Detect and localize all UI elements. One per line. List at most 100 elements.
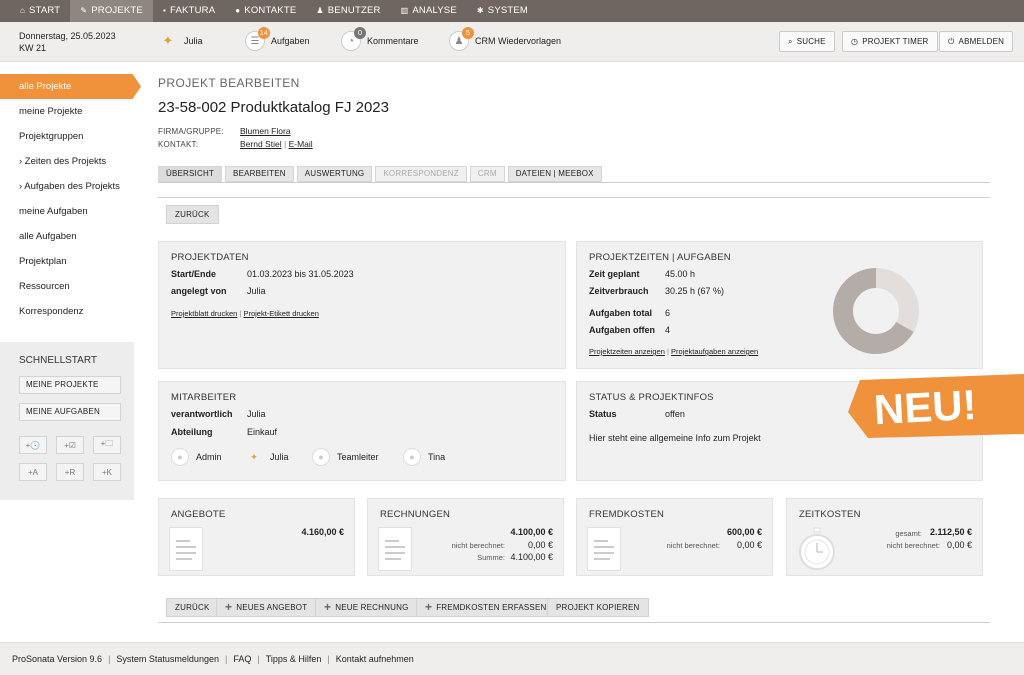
projektzeiten-title: PROJEKTZEITEN | AUFGABEN	[589, 252, 731, 263]
power-icon: ⏻	[948, 36, 955, 46]
date-display: Donnerstag, 25.05.2023 KW 21	[19, 30, 116, 54]
info-bar: Donnerstag, 25.05.2023 KW 21 ✦ Julia ☰ 14…	[0, 22, 1024, 62]
kontakt-link[interactable]: Bernd Stiel	[240, 139, 282, 149]
footer-separator: |	[327, 654, 330, 664]
angebote-amount: 4.160,00 €	[301, 527, 344, 537]
quickstart-my-projects-button[interactable]: MEINE PROJEKTE	[19, 376, 121, 394]
add-folder-icon[interactable]: +🗀	[93, 436, 121, 454]
angebote-panel[interactable]: ANGEBOTE 4.160,00 €	[158, 498, 355, 576]
user-name: Julia	[184, 36, 203, 46]
zeitkosten-total-value: 2.112,50 €	[929, 527, 972, 537]
plan-label: Zeit geplant	[589, 269, 640, 279]
add-time-icon[interactable]: +🕓	[19, 436, 47, 454]
copy-project-button[interactable]: PROJEKT KOPIEREN	[547, 598, 649, 617]
team-member[interactable]: ● Tina	[403, 448, 445, 466]
firma-link[interactable]: Blumen Flora	[240, 126, 291, 136]
team-member[interactable]: ● Admin	[171, 448, 222, 466]
new-offer-button[interactable]: + NEUES ANGEBOT	[216, 598, 317, 617]
nav-start[interactable]: ⌂ START	[10, 0, 70, 22]
sidebar-item-alle-projekte[interactable]: alle Projekte	[0, 74, 141, 99]
tips-link[interactable]: Tipps & Hilfen	[266, 654, 322, 664]
nav-analyse[interactable]: ▥ ANALYSE	[391, 0, 467, 22]
rechnungen-title: RECHNUNGEN	[380, 509, 451, 520]
member-name: Tina	[428, 452, 446, 462]
zeitkosten-panel[interactable]: ZEITKOSTEN gesamt: 2.112,50 € nicht bere…	[786, 498, 983, 576]
tab-dateien[interactable]: DATEIEN | MEEBOX	[507, 166, 602, 182]
rechnungen-sum-value: 4.100,00 €	[510, 552, 553, 562]
sidebar-item-meine-projekte[interactable]: meine Projekte	[0, 99, 141, 124]
nav-projekte[interactable]: ✎ PROJEKTE	[70, 0, 153, 22]
top-navigation: ⌂ START ✎ PROJEKTE ▪ FAKTURA ● KONTAKTE ♟ BEN…	[0, 0, 1024, 22]
back-button-top[interactable]: ZURÜCK	[166, 205, 219, 224]
logout-button[interactable]: ⏻ ABMELDEN	[939, 31, 1014, 52]
rechnungen-amount: 4.100,00 €	[510, 527, 553, 537]
team-member[interactable]: ● Teamleiter	[312, 448, 379, 466]
new-invoice-button[interactable]: + NEUE RECHNUNG	[315, 598, 418, 617]
tasks-indicator[interactable]: ☰ 14 Aufgaben	[245, 27, 310, 51]
add-task-icon[interactable]: +☑	[56, 436, 84, 454]
fremdkosten-panel[interactable]: FREMDKOSTEN 600,00 € nicht berechnet: 0,…	[576, 498, 773, 576]
zeitkosten-total-label: gesamt:	[895, 529, 922, 538]
sidebar-item-korrespondenz[interactable]: Korrespondenz	[0, 299, 141, 324]
chart-icon: ▥	[400, 6, 409, 15]
team-member[interactable]: ✦ Julia	[245, 448, 288, 466]
print-projektblatt-link[interactable]: Projektblatt drucken	[171, 309, 237, 318]
created-by-value: Julia	[247, 286, 266, 296]
users-icon: ♟	[316, 6, 324, 15]
tasks-icon: ☰ 14	[245, 27, 270, 51]
sidebar-item-alle-aufgaben[interactable]: alle Aufgaben	[0, 224, 141, 249]
nav-benutzer[interactable]: ♟ BENUTZER	[306, 0, 390, 22]
user-indicator[interactable]: ✦ Julia	[158, 31, 203, 51]
used-value: 30.25 h (67 %)	[665, 286, 725, 296]
zeitkosten-nb-label: nicht berechnet:	[886, 541, 940, 550]
nav-faktura[interactable]: ▪ FAKTURA	[153, 0, 225, 22]
sidebar-item-aufgaben-projekt[interactable]: › Aufgaben des Projekts	[0, 174, 141, 199]
rechnungen-nb-value: 0,00 €	[527, 540, 553, 550]
nav-system[interactable]: ✱ SYSTEM	[467, 0, 538, 22]
search-icon: ⌕	[788, 36, 793, 46]
tab-bearbeiten[interactable]: BEARBEITEN	[225, 166, 294, 182]
fremdkosten-title: FREMDKOSTEN	[589, 509, 665, 520]
member-name: Admin	[196, 452, 222, 462]
contact-link[interactable]: Kontakt aufnehmen	[336, 654, 414, 664]
projektzeiten-panel: PROJEKTZEITEN | AUFGABEN Zeit geplant 45…	[576, 241, 983, 369]
system-status-link[interactable]: System Statusmeldungen	[116, 654, 219, 664]
comments-label: Kommentare	[367, 36, 419, 46]
add-invoice-icon[interactable]: +R	[56, 463, 84, 481]
print-etikett-link[interactable]: Projekt-Etikett drucken	[243, 309, 318, 318]
tab-korrespondenz: KORRESPONDENZ	[375, 166, 467, 182]
version-text: ProSonata Version 9.6	[12, 654, 103, 664]
show-tasks-link[interactable]: Projektaufgaben anzeigen	[671, 347, 758, 356]
gear-icon: ✱	[476, 6, 484, 15]
project-timer-button[interactable]: ◷ PROJEKT TIMER	[842, 31, 938, 52]
crm-indicator[interactable]: ♟ 5 CRM Wiedervorlagen	[449, 27, 561, 51]
add-contact-icon[interactable]: +K	[93, 463, 121, 481]
back-button-bottom[interactable]: ZURÜCK	[166, 598, 219, 617]
start-end-value: 01.03.2023 bis 31.05.2023	[247, 269, 354, 279]
footer-separator: |	[108, 654, 111, 664]
rechnungen-panel[interactable]: RECHNUNGEN 4.100,00 € nicht berechnet: 0…	[367, 498, 564, 576]
nav-kontakte[interactable]: ● KONTAKTE	[225, 0, 306, 22]
sidebar-item-zeiten[interactable]: › Zeiten des Projekts	[0, 149, 141, 174]
tab-auswertung[interactable]: AUSWERTUNG	[296, 166, 373, 182]
kontakt-links: Bernd Stiel | E-Mail	[240, 139, 313, 149]
sidebar-item-meine-aufgaben[interactable]: meine Aufgaben	[0, 199, 141, 224]
tasks-total-label: Aufgaben total	[589, 308, 652, 318]
sidebar-item-projektgruppen[interactable]: Projektgruppen	[0, 124, 141, 149]
add-external-costs-button[interactable]: + FREMDKOSTEN ERFASSEN	[416, 598, 556, 617]
footer: ProSonata Version 9.6 | System Statusmel…	[0, 642, 1024, 675]
add-offer-icon[interactable]: +A	[19, 463, 47, 481]
sidebar-item-ressourcen[interactable]: Ressourcen	[0, 274, 141, 299]
show-times-link[interactable]: Projektzeiten anzeigen	[589, 347, 665, 356]
projektzeiten-links: Projektzeiten anzeigen | Projektaufgaben…	[589, 347, 758, 356]
tab-uebersicht[interactable]: ÜBERSICHT	[158, 166, 223, 182]
comments-indicator[interactable]: ◔ 0 Kommentare	[341, 27, 419, 51]
avatar: ●	[312, 448, 330, 466]
pen-icon: ✎	[80, 6, 88, 15]
quickstart-my-tasks-button[interactable]: MEINE AUFGABEN	[19, 403, 121, 421]
search-button[interactable]: ⌕ SUCHE	[779, 31, 835, 52]
nav-label: FAKTURA	[170, 5, 216, 16]
email-link[interactable]: E-Mail	[289, 139, 313, 149]
sidebar-item-projektplan[interactable]: Projektplan	[0, 249, 141, 274]
faq-link[interactable]: FAQ	[233, 654, 251, 664]
